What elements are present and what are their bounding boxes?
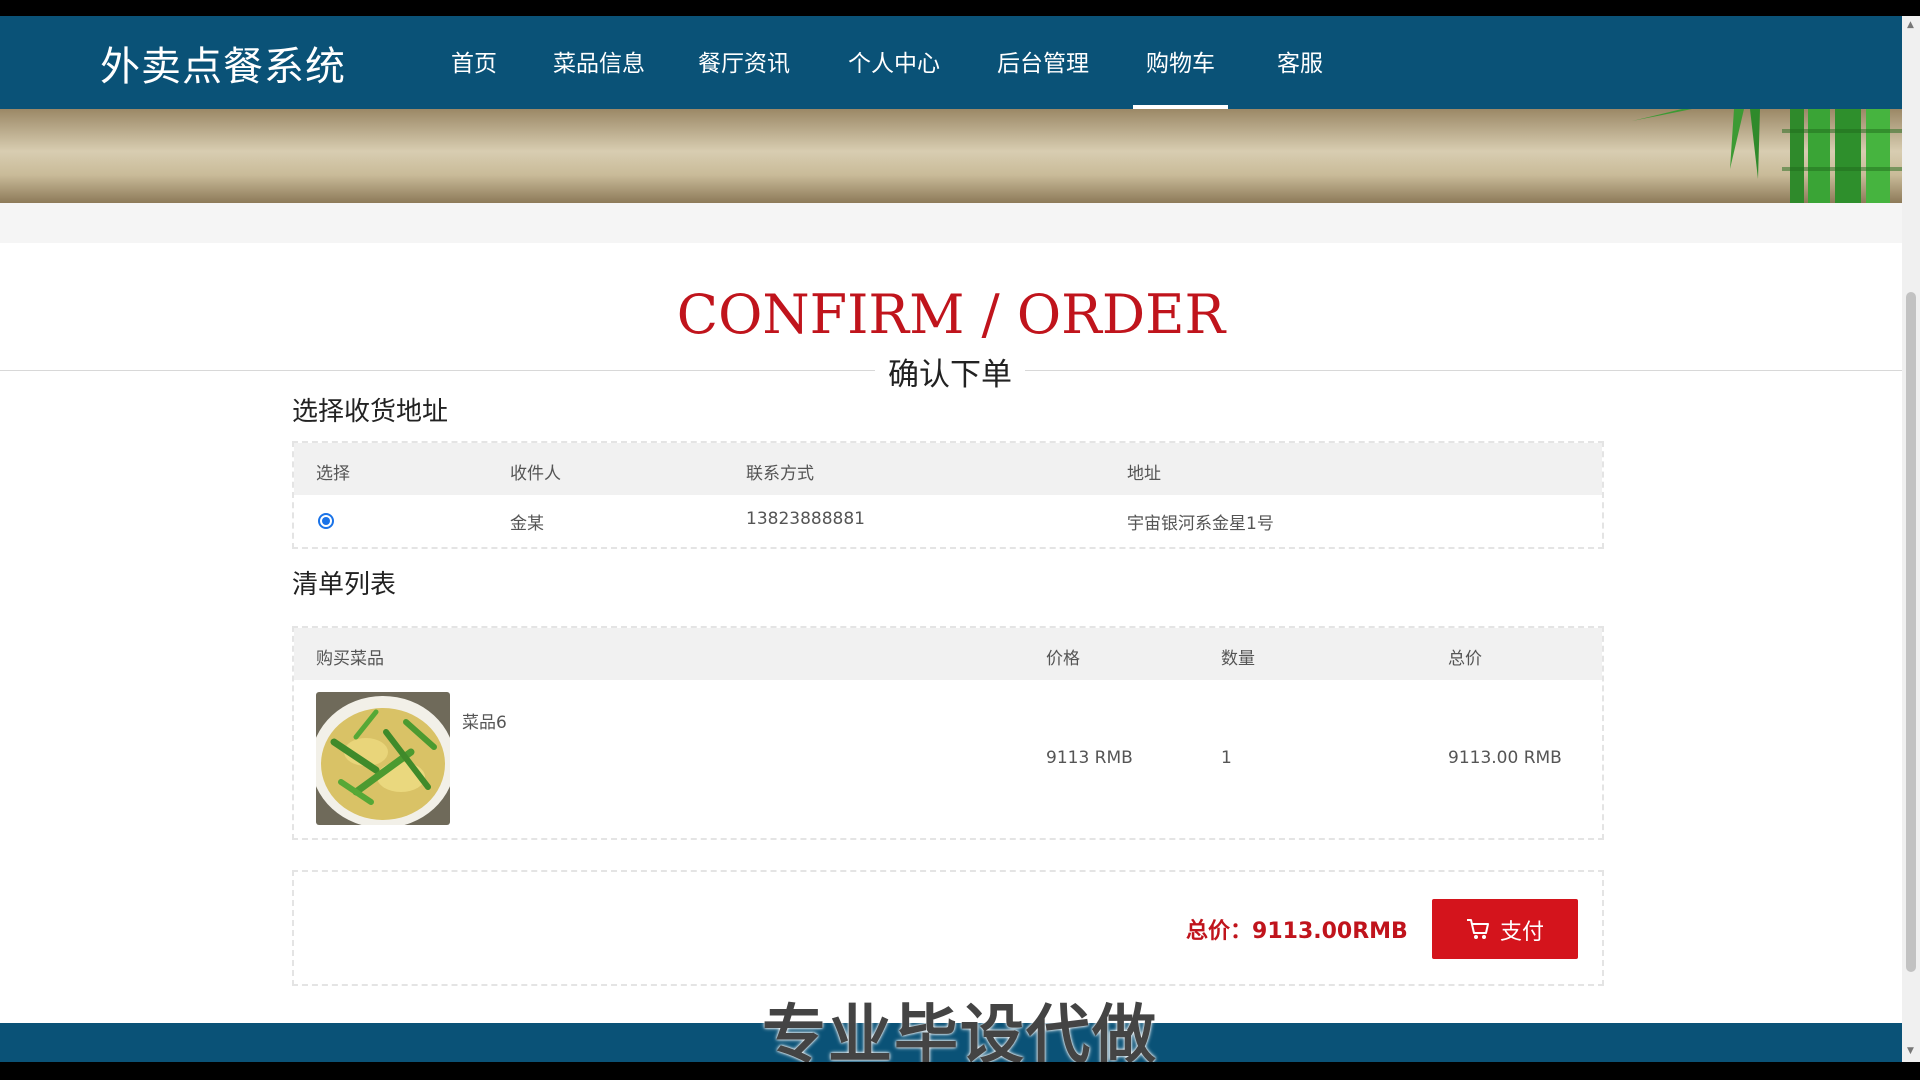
nav-dish-info[interactable]: 菜品信息: [553, 44, 645, 78]
items-table-header: 购买菜品 价格 数量 总价: [294, 628, 1602, 680]
browser-viewport: 外卖点餐系统 首页 菜品信息 餐厅资讯 个人中心 后台管理 购物车 客服 CON…: [0, 16, 1902, 1062]
scroll-down-arrow-icon[interactable]: ▼: [1907, 1046, 1914, 1056]
page-title-cn: 确认下单: [875, 349, 1025, 394]
total-label: 总价：: [1186, 919, 1253, 944]
nav-home[interactable]: 首页: [451, 44, 497, 78]
address-table: 选择 收件人 联系方式 地址 金某 13823888881 宇宙银河系金星1号: [292, 441, 1604, 549]
price-cell: 9113 RMB: [1046, 748, 1133, 768]
address-section-title: 选择收货地址: [292, 397, 449, 427]
scroll-up-arrow-icon[interactable]: ▲: [1907, 20, 1914, 30]
bamboo-decoration-icon: [1632, 109, 1902, 203]
dish-name[interactable]: 菜品6: [462, 708, 507, 733]
nav-cart[interactable]: 购物车: [1133, 44, 1228, 109]
column-header: 数量: [1221, 649, 1255, 669]
site-logo-text[interactable]: 外卖点餐系统: [100, 34, 346, 92]
cart-icon: [1467, 919, 1489, 939]
address-radio[interactable]: [318, 513, 334, 529]
scroll-thumb[interactable]: [1906, 292, 1916, 972]
column-header: 收件人: [510, 464, 561, 484]
column-header: 总价: [1448, 649, 1482, 669]
address-table-header: 选择 收件人 联系方式 地址: [294, 443, 1602, 495]
column-header: 价格: [1046, 649, 1080, 669]
nav-restaurant-news[interactable]: 餐厅资讯: [698, 44, 790, 78]
header-banner: [0, 109, 1902, 203]
phone-cell: 13823888881: [746, 509, 865, 529]
order-total: 总价：9113.00RMB: [1186, 913, 1408, 945]
column-header: 地址: [1127, 464, 1161, 484]
subtotal-cell: 9113.00 RMB: [1448, 748, 1562, 768]
items-section-title: 清单列表: [292, 570, 397, 600]
top-navigation: 外卖点餐系统 首页 菜品信息 餐厅资讯 个人中心 后台管理 购物车 客服: [0, 16, 1902, 109]
watermark-text: 专业毕设代做: [762, 999, 1158, 1062]
checkout-bar: 总价：9113.00RMB 支付: [292, 870, 1604, 986]
address-cell: 宇宙银河系金星1号: [1127, 514, 1274, 534]
pay-button-label: 支付: [1500, 920, 1545, 945]
quantity-cell: 1: [1221, 748, 1232, 768]
column-header: 联系方式: [746, 464, 814, 484]
column-header: 购买菜品: [316, 649, 384, 669]
nav-customer-service[interactable]: 客服: [1277, 44, 1323, 78]
recipient-cell: 金某: [510, 514, 544, 534]
column-header: 选择: [316, 464, 350, 484]
total-value: 9113.00RMB: [1252, 919, 1408, 944]
nav-admin[interactable]: 后台管理: [997, 44, 1089, 78]
page-title-en: CONFIRM / ORDER: [676, 283, 1226, 346]
nav-personal-center[interactable]: 个人中心: [848, 44, 940, 78]
items-table: 购买菜品 价格 数量 总价 菜品6 9113 RMB 1 9113.00 RMB: [292, 626, 1604, 840]
order-confirm-panel: CONFIRM / ORDER 确认下单 选择收货地址 选择 收件人 联系方式 …: [0, 243, 1902, 1023]
page-scrollbar[interactable]: ▲ ▼: [1902, 16, 1920, 1062]
pay-button[interactable]: 支付: [1432, 899, 1578, 959]
dish-image[interactable]: [316, 692, 450, 825]
